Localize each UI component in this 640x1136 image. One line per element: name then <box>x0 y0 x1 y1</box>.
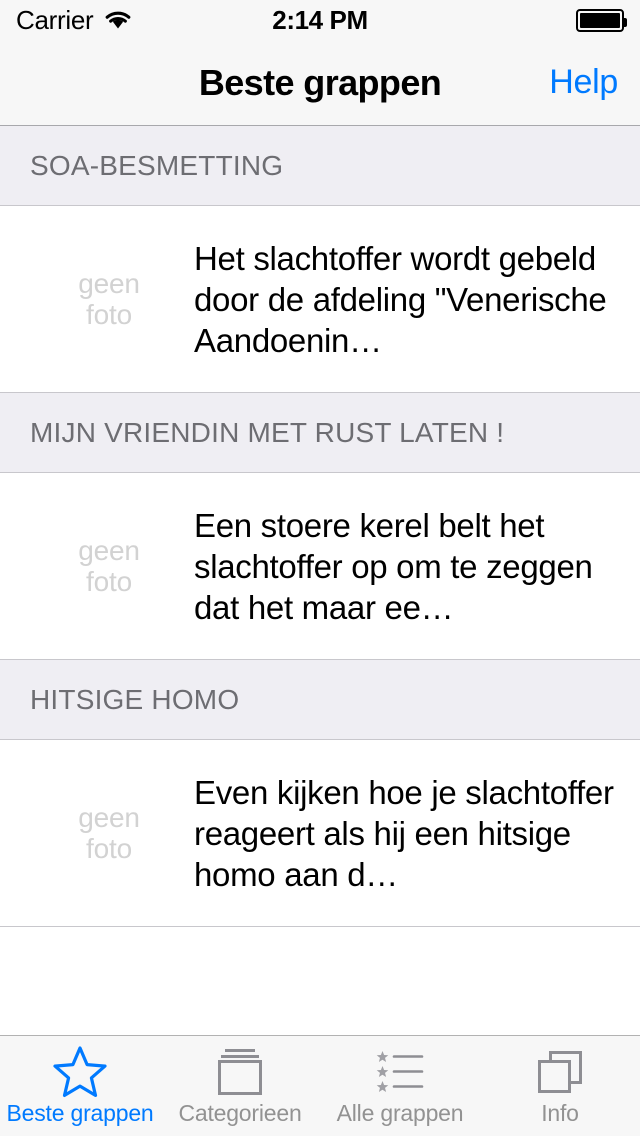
no-photo-line-1: geen <box>78 801 140 833</box>
tab-categorieen[interactable]: Categorieen <box>160 1036 320 1136</box>
star-outline-icon <box>52 1044 108 1100</box>
no-photo-placeholder-icon: geen foto <box>78 268 140 331</box>
tab-label: Categorieen <box>178 1100 302 1126</box>
page-title: Beste grappen <box>198 61 442 103</box>
joke-text: Een stoere kerel belt het slachtoffer op… <box>194 506 593 626</box>
help-button[interactable]: Help <box>549 63 618 102</box>
status-bar-left: Carrier <box>16 5 133 36</box>
thumbnail: geen foto <box>0 740 194 926</box>
tab-label: Info <box>541 1100 579 1126</box>
no-photo-line-2: foto <box>86 299 132 330</box>
no-photo-line-2: foto <box>86 566 132 597</box>
section-header: HITSIGE HOMO <box>0 660 640 740</box>
section-header-label: HITSIGE HOMO <box>30 683 240 715</box>
tab-label: Alle grappen <box>336 1100 464 1126</box>
section-header-label: MIJN VRIENDIN MET RUST LATEN ! <box>30 416 505 448</box>
tab-info[interactable]: Info <box>480 1036 640 1136</box>
thumbnail: geen foto <box>0 206 194 392</box>
two-pages-icon <box>532 1044 588 1100</box>
tab-beste-grappen[interactable]: Beste grappen <box>0 1036 160 1136</box>
joke-text: Het slachtoffer wordt gebeld door de afd… <box>194 239 607 359</box>
status-bar-right <box>576 8 627 32</box>
section-header: MIJN VRIENDIN MET RUST LATEN ! <box>0 393 640 473</box>
thumbnail: geen foto <box>0 473 194 659</box>
table-row[interactable]: geen foto Een stoere kerel belt het slac… <box>0 473 640 660</box>
navigation-bar-right: Help <box>549 63 618 102</box>
stacked-documents-icon <box>212 1044 268 1100</box>
tab-alle-grappen[interactable]: Alle grappen <box>320 1036 480 1136</box>
section-header: SOA-BESMETTING <box>0 126 640 206</box>
jokes-table-view[interactable]: SOA-BESMETTING geen foto Het slachtoffer… <box>0 126 640 1035</box>
navigation-bar: Beste grappen Help <box>0 40 640 126</box>
section-header-label: SOA-BESMETTING <box>30 149 284 181</box>
starred-list-icon <box>372 1044 428 1100</box>
status-bar: Carrier 2:14 PM <box>0 0 640 40</box>
tab-label: Beste grappen <box>6 1100 154 1126</box>
app-screen: Carrier 2:14 PM Beste grappen Help SOA-B… <box>0 0 640 1136</box>
table-row[interactable]: geen foto Even kijken hoe je slachtoffer… <box>0 740 640 927</box>
table-row[interactable]: geen foto Het slachtoffer wordt gebeld d… <box>0 206 640 393</box>
no-photo-line-1: geen <box>78 267 140 299</box>
wifi-icon <box>103 8 133 35</box>
no-photo-placeholder-icon: geen foto <box>78 535 140 598</box>
tab-bar: Beste grappen Categorieen Alle grappen I… <box>0 1035 640 1136</box>
carrier-label: Carrier <box>16 4 94 35</box>
battery-full-icon <box>576 8 627 32</box>
no-photo-line-1: geen <box>78 534 140 566</box>
no-photo-line-2: foto <box>86 833 132 864</box>
joke-text: Even kijken hoe je slachtoffer reageert … <box>194 773 614 893</box>
no-photo-placeholder-icon: geen foto <box>78 802 140 865</box>
